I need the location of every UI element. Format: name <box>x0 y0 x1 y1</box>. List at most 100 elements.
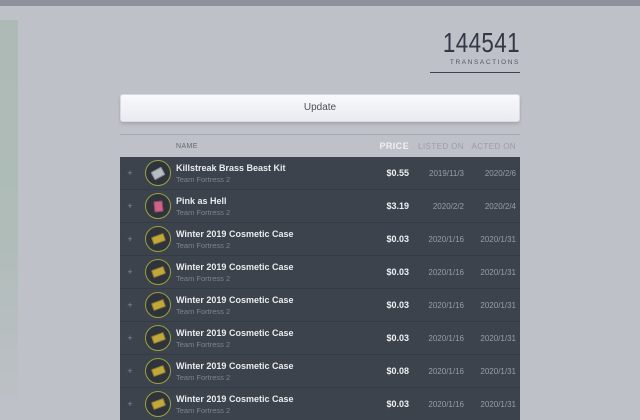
page-edge-strip <box>0 20 18 400</box>
acted-on-date: 2020/1/31 <box>480 399 516 409</box>
column-header-name: NAME <box>176 142 198 150</box>
item-name: Winter 2019 Cosmetic Case <box>176 294 294 305</box>
crate-icon <box>140 259 176 285</box>
table-header-row: NAME PRICE LISTED ON ACTED ON <box>120 135 520 157</box>
crate-icon <box>140 226 176 252</box>
acted-on-date: 2020/1/31 <box>480 366 516 376</box>
item-glyph <box>150 166 166 180</box>
item-icon-ring <box>145 391 171 417</box>
acted-on-date: 2020/2/4 <box>484 201 516 211</box>
table-row[interactable]: + Winter 2019 Cosmetic Case Team Fortres… <box>120 387 520 420</box>
item-icon-ring <box>145 160 171 186</box>
table-row[interactable]: + Killstreak Brass Beast Kit Team Fortre… <box>120 157 520 189</box>
item-name: Winter 2019 Cosmetic Case <box>176 360 294 371</box>
item-glyph <box>150 332 166 344</box>
expand-plus-icon[interactable]: + <box>120 168 140 178</box>
item-icon-ring <box>145 226 171 252</box>
item-icon-ring <box>145 325 171 351</box>
item-glyph <box>150 233 166 245</box>
update-button[interactable]: Update <box>120 94 520 122</box>
item-game: Team Fortress 2 <box>176 405 231 415</box>
listed-on-date: 2020/1/16 <box>428 234 464 244</box>
item-info: Winter 2019 Cosmetic Case Team Fortress … <box>176 328 359 349</box>
item-icon-ring <box>145 193 171 219</box>
item-game: Team Fortress 2 <box>176 240 231 250</box>
item-glyph <box>150 299 166 311</box>
item-name: Killstreak Brass Beast Kit <box>176 162 286 173</box>
top-bar <box>0 0 640 6</box>
item-glyph <box>152 200 164 212</box>
item-name: Pink as Hell <box>176 195 227 206</box>
crate-icon <box>140 325 176 351</box>
paint-can-icon <box>140 193 176 219</box>
expand-plus-icon[interactable]: + <box>120 333 140 343</box>
acted-on-date: 2020/1/31 <box>480 234 516 244</box>
transactions-table: NAME PRICE LISTED ON ACTED ON + Killstre… <box>120 134 520 420</box>
expand-plus-icon[interactable]: + <box>120 234 140 244</box>
item-name: Winter 2019 Cosmetic Case <box>176 228 294 239</box>
killstreak-kit-icon <box>140 160 176 186</box>
listed-on-date: 2020/1/16 <box>428 300 464 310</box>
transactions-count: 144541 <box>442 27 520 58</box>
item-game: Team Fortress 2 <box>176 339 231 349</box>
transactions-label: TRANSACTIONS <box>449 59 520 66</box>
item-glyph <box>150 266 166 278</box>
item-info: Winter 2019 Cosmetic Case Team Fortress … <box>176 229 359 250</box>
listed-on-date: 2020/1/16 <box>428 399 464 409</box>
item-icon-ring <box>145 292 171 318</box>
item-info: Pink as Hell Team Fortress 2 <box>176 196 359 217</box>
item-game: Team Fortress 2 <box>176 372 231 382</box>
item-price: $0.08 <box>386 366 409 376</box>
transactions-stat: 144541 TRANSACTIONS <box>360 28 520 73</box>
item-price: $0.03 <box>386 300 409 310</box>
column-header-acted-on: ACTED ON <box>471 141 516 151</box>
item-info: Killstreak Brass Beast Kit Team Fortress… <box>176 163 359 184</box>
item-price: $0.03 <box>386 399 409 409</box>
acted-on-date: 2020/1/31 <box>480 300 516 310</box>
expand-plus-icon[interactable]: + <box>120 399 140 409</box>
acted-on-date: 2020/1/31 <box>480 267 516 277</box>
column-header-listed-on: LISTED ON <box>418 141 464 151</box>
item-price: $0.55 <box>386 168 409 178</box>
listed-on-date: 2020/2/2 <box>432 201 464 211</box>
acted-on-date: 2020/1/31 <box>480 333 516 343</box>
item-price: $0.03 <box>386 267 409 277</box>
table-row[interactable]: + Winter 2019 Cosmetic Case Team Fortres… <box>120 288 520 321</box>
item-game: Team Fortress 2 <box>176 207 231 217</box>
item-name: Winter 2019 Cosmetic Case <box>176 327 294 338</box>
item-icon-ring <box>145 259 171 285</box>
item-game: Team Fortress 2 <box>176 306 231 316</box>
item-icon-ring <box>145 358 171 384</box>
table-body: + Killstreak Brass Beast Kit Team Fortre… <box>120 157 520 420</box>
item-info: Winter 2019 Cosmetic Case Team Fortress … <box>176 295 359 316</box>
table-row[interactable]: + Winter 2019 Cosmetic Case Team Fortres… <box>120 354 520 387</box>
crate-icon <box>140 358 176 384</box>
table-row[interactable]: + Winter 2019 Cosmetic Case Team Fortres… <box>120 222 520 255</box>
expand-plus-icon[interactable]: + <box>120 201 140 211</box>
expand-plus-icon[interactable]: + <box>120 366 140 376</box>
listed-on-date: 2020/1/16 <box>428 267 464 277</box>
item-price: $0.03 <box>386 333 409 343</box>
item-name: Winter 2019 Cosmetic Case <box>176 393 294 404</box>
item-name: Winter 2019 Cosmetic Case <box>176 261 294 272</box>
column-header-price: PRICE <box>379 141 409 151</box>
table-row[interactable]: + Winter 2019 Cosmetic Case Team Fortres… <box>120 321 520 354</box>
expand-plus-icon[interactable]: + <box>120 267 140 277</box>
expand-plus-icon[interactable]: + <box>120 300 140 310</box>
acted-on-date: 2020/2/6 <box>484 168 516 178</box>
item-info: Winter 2019 Cosmetic Case Team Fortress … <box>176 394 359 415</box>
stat-underline <box>430 72 520 73</box>
crate-icon <box>140 391 176 417</box>
item-game: Team Fortress 2 <box>176 174 231 184</box>
item-glyph <box>150 365 166 377</box>
listed-on-date: 2020/1/16 <box>428 333 464 343</box>
item-price: $3.19 <box>386 201 409 211</box>
crate-icon <box>140 292 176 318</box>
listed-on-date: 2020/1/16 <box>428 366 464 376</box>
table-row[interactable]: + Pink as Hell Team Fortress 2 $3.19 202… <box>120 189 520 222</box>
table-row[interactable]: + Winter 2019 Cosmetic Case Team Fortres… <box>120 255 520 288</box>
listed-on-date: 2019/11/3 <box>429 168 464 178</box>
item-price: $0.03 <box>386 234 409 244</box>
item-info: Winter 2019 Cosmetic Case Team Fortress … <box>176 361 359 382</box>
item-game: Team Fortress 2 <box>176 273 231 283</box>
